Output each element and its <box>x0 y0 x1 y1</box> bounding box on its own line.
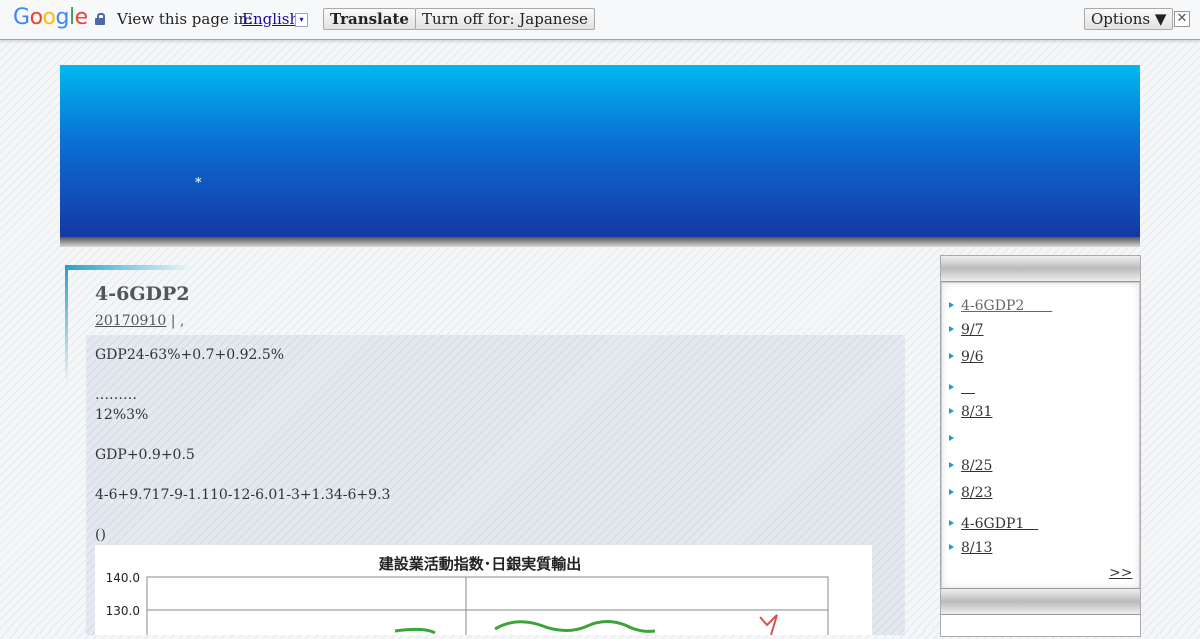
post-line: GDP24-63%+0.7+0.92.5% <box>95 347 285 363</box>
sidebar-item[interactable]: 8/13 <box>949 540 992 556</box>
language-dropdown-icon[interactable]: ▾ <box>295 13 308 27</box>
sidebar-section-header <box>941 588 1140 615</box>
chart-y-tick: 140.0 <box>106 571 140 585</box>
sidebar: 4-6GDP2 9/7 9/6 8/31 8/25 8/23 4-6GDP1 8… <box>940 255 1141 637</box>
sidebar-item-link[interactable]: 8/25 <box>961 458 992 474</box>
post-title: 4-6GDP2 <box>95 283 190 305</box>
sidebar-item[interactable]: 9/6 <box>949 349 984 365</box>
google-logo: Google <box>13 5 88 30</box>
sidebar-item[interactable]: 8/25 <box>949 458 992 474</box>
translate-bar: Google View this page in: English ▾ Tran… <box>0 0 1200 40</box>
chart-image: 建設業活動指数･日銀実質輸出 140.0 130.0 <box>95 545 872 639</box>
post-date-link[interactable]: 20170910 <box>95 313 166 329</box>
chart-series-line <box>394 620 656 635</box>
post-meta-sep: | , <box>166 313 185 329</box>
chart-svg: 建設業活動指数･日銀実質輸出 140.0 130.0 <box>106 555 829 639</box>
bullet-icon <box>949 302 954 308</box>
view-page-label: View this page in: <box>117 10 254 28</box>
sidebar-item-link[interactable]: 8/23 <box>961 485 992 501</box>
sidebar-item-link[interactable]: 8/31 <box>961 404 992 420</box>
sidebar-item[interactable] <box>949 431 961 447</box>
banner-star: * <box>195 176 202 191</box>
post-line: GDP+0.9+0.5 <box>95 447 195 463</box>
sidebar-item[interactable]: 9/7 <box>949 322 984 338</box>
sidebar-more-link[interactable]: >> <box>1109 565 1132 581</box>
post-corner-decoration <box>65 265 190 270</box>
sidebar-item-link[interactable]: 8/13 <box>961 540 992 556</box>
chart-y-tick: 130.0 <box>106 604 140 618</box>
chart-plot-area <box>146 576 829 639</box>
language-link[interactable]: English <box>242 10 299 28</box>
post-line: () <box>95 527 106 543</box>
lock-icon <box>95 13 105 25</box>
sidebar-item[interactable]: 8/23 <box>949 485 992 501</box>
bullet-icon <box>949 353 954 359</box>
bullet-icon <box>949 435 954 441</box>
bullet-icon <box>949 489 954 495</box>
post-line: ……… <box>95 387 137 403</box>
sidebar-item-link[interactable]: 9/6 <box>961 349 984 365</box>
banner-shadow <box>60 237 1140 247</box>
bullet-icon <box>949 384 954 390</box>
sidebar-item[interactable] <box>949 377 975 397</box>
sidebar-item-link[interactable]: 9/7 <box>961 322 984 338</box>
sidebar-header <box>941 256 1140 282</box>
post-line: 12%3% <box>95 407 149 423</box>
sidebar-item[interactable]: 8/31 <box>949 404 992 420</box>
sidebar-item[interactable]: 4-6GDP2 <box>949 295 1052 315</box>
sidebar-item-link[interactable] <box>961 380 975 396</box>
translate-button[interactable]: Translate <box>323 8 416 30</box>
sidebar-item[interactable]: 4-6GDP1 <box>949 513 1038 533</box>
bullet-icon <box>949 462 954 468</box>
sidebar-item-link[interactable]: 4-6GDP1 <box>961 516 1038 532</box>
sidebar-item-link[interactable]: 4-6GDP2 <box>961 298 1052 314</box>
blog-banner <box>60 65 1140 237</box>
bullet-icon <box>949 326 954 332</box>
chart-title: 建設業活動指数･日銀実質輸出 <box>379 555 582 573</box>
post-line: 4-6+9.717-9-1.110-12-6.01-3+1.34-6+9.3 <box>95 487 391 503</box>
close-icon[interactable]: ✕ <box>1174 11 1190 27</box>
post-meta: 20170910 | , <box>95 313 184 329</box>
turn-off-button[interactable]: Turn off for: Japanese <box>415 8 595 30</box>
bullet-icon <box>949 544 954 550</box>
post-corner-decoration-vertical <box>65 265 68 385</box>
bullet-icon <box>949 408 954 414</box>
bullet-icon <box>949 520 954 526</box>
chart-series-line <box>759 614 778 636</box>
options-button[interactable]: Options ▼ <box>1084 8 1174 30</box>
